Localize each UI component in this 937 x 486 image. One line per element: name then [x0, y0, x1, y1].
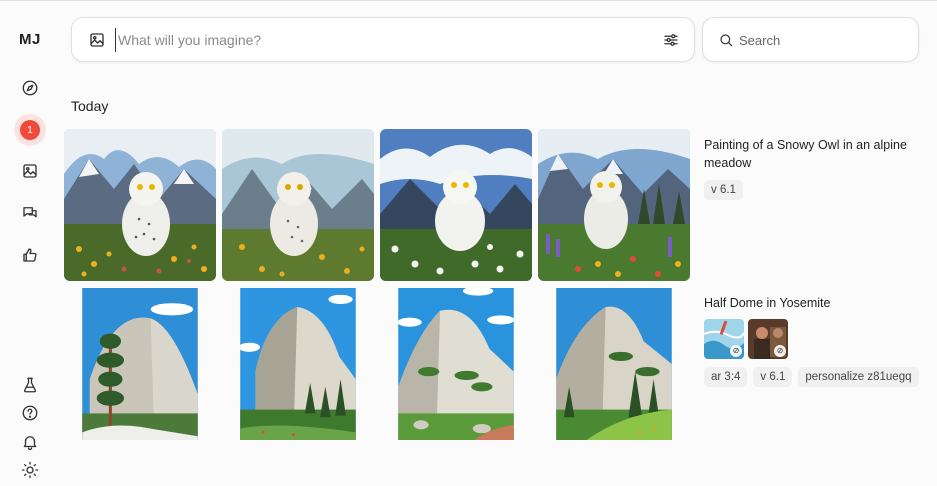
compass-icon — [22, 80, 38, 96]
generated-image[interactable] — [380, 129, 532, 281]
param-chip[interactable]: personalize z81uegq — [798, 367, 919, 387]
generated-image[interactable] — [538, 129, 690, 281]
image-icon — [90, 33, 104, 47]
top-divider — [0, 0, 937, 1]
owl-painting-image — [380, 129, 532, 281]
help-button[interactable] — [15, 398, 45, 428]
generated-image[interactable] — [380, 288, 532, 486]
generated-image[interactable] — [64, 288, 216, 486]
generated-image[interactable] — [538, 288, 690, 486]
paperclip-icon: ⊘ — [774, 345, 786, 357]
half-dome-painting-image — [82, 288, 198, 440]
create-button[interactable] — [15, 156, 45, 186]
bell-icon — [23, 436, 37, 451]
owl-painting-image — [222, 129, 374, 281]
add-image-button[interactable] — [88, 31, 106, 49]
sliders-icon — [664, 34, 678, 46]
job-info-owl: Painting of a Snowy Owl in an alpine mea… — [704, 136, 914, 200]
app-logo[interactable]: MJ — [19, 31, 41, 48]
generated-image[interactable] — [222, 129, 374, 281]
image-icon — [23, 164, 37, 178]
prompt-bar — [71, 17, 695, 62]
job-prompt[interactable]: Painting of a Snowy Owl in an alpine mea… — [704, 136, 914, 172]
prompt-input[interactable] — [115, 28, 635, 52]
param-chip[interactable]: v 6.1 — [753, 367, 793, 387]
sidebar: MJ 1 — [0, 0, 60, 486]
reference-image[interactable]: ⊘ — [704, 319, 744, 359]
settings-button[interactable] — [662, 31, 680, 49]
half-dome-painting-image — [556, 288, 672, 440]
updates-button[interactable] — [15, 427, 45, 457]
search-icon — [718, 32, 734, 48]
half-dome-painting-image — [397, 288, 515, 440]
thumbs-up-icon — [23, 248, 37, 262]
generated-image[interactable] — [222, 288, 374, 486]
generated-image[interactable] — [64, 129, 216, 281]
job-prompt[interactable]: Half Dome in Yosemite — [704, 294, 914, 312]
reference-image[interactable]: ⊘ — [748, 319, 788, 359]
sun-icon — [21, 461, 39, 479]
chat-icon — [23, 207, 37, 218]
explore-button[interactable] — [15, 73, 45, 103]
notifications-button[interactable]: 1 — [14, 114, 46, 146]
notification-count-badge: 1 — [20, 120, 40, 140]
help-icon — [22, 405, 38, 421]
search-box — [702, 17, 919, 62]
reference-images: ⊘ ⊘ — [704, 319, 919, 359]
likes-button[interactable] — [15, 240, 45, 270]
job-info-half-dome: Half Dome in Yosemite ⊘ ⊘ ar 3:4 v 6.1 p… — [704, 294, 919, 387]
param-chip[interactable]: v 6.1 — [704, 180, 743, 200]
chat-button[interactable] — [15, 198, 45, 228]
param-chip[interactable]: ar 3:4 — [704, 367, 748, 387]
half-dome-painting-image — [238, 288, 356, 440]
labs-button[interactable] — [15, 370, 45, 400]
search-input[interactable] — [739, 29, 899, 51]
theme-toggle-button[interactable] — [15, 455, 45, 485]
paperclip-icon: ⊘ — [730, 345, 742, 357]
owl-painting-image — [538, 129, 690, 281]
flask-icon — [23, 377, 37, 393]
section-title: Today — [71, 98, 109, 114]
owl-painting-image — [64, 129, 216, 281]
